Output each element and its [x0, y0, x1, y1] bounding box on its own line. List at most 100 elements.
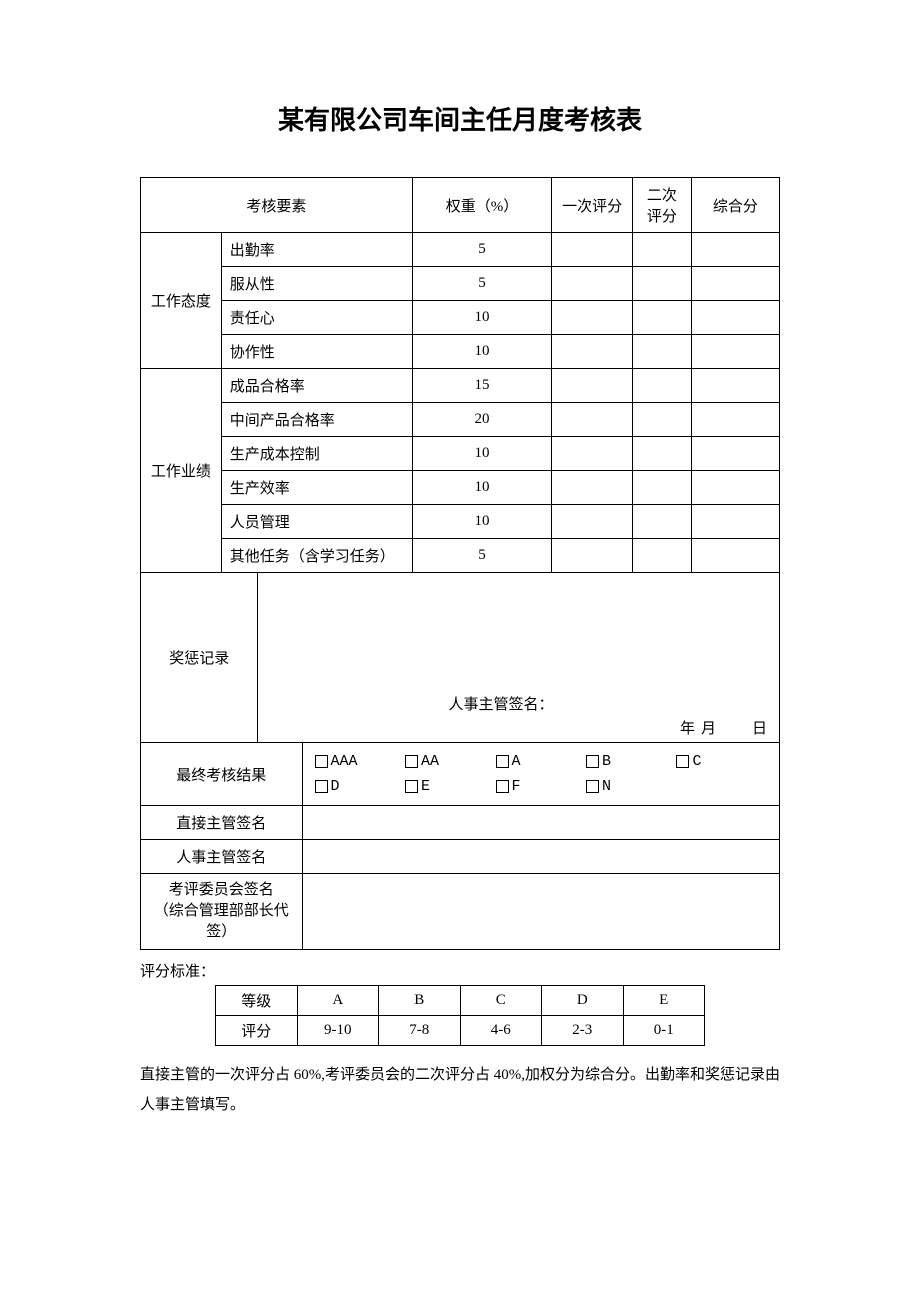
- score2-cell[interactable]: [633, 437, 692, 471]
- criteria-table: 等级ABCDE 评分9-107-84-62-30-1: [215, 985, 705, 1046]
- record-label: 奖惩记录: [141, 573, 258, 743]
- total-cell[interactable]: [691, 539, 779, 573]
- hr-supervisor-sign[interactable]: [302, 840, 779, 874]
- item-label: 服从性: [221, 267, 412, 301]
- header-factor: 考核要素: [141, 178, 413, 233]
- item-label: 责任心: [221, 301, 412, 335]
- score1-cell[interactable]: [552, 301, 633, 335]
- score1-cell[interactable]: [552, 471, 633, 505]
- checkbox-option[interactable]: C: [676, 749, 766, 774]
- criteria-value: 9-10: [297, 1016, 379, 1046]
- criteria-value: 4-6: [460, 1016, 542, 1046]
- hr-supervisor-label: 人事主管签名: [141, 840, 303, 874]
- total-cell[interactable]: [691, 471, 779, 505]
- criteria-row-label: 评分: [216, 1016, 298, 1046]
- score2-cell[interactable]: [633, 471, 692, 505]
- total-cell[interactable]: [691, 437, 779, 471]
- score1-cell[interactable]: [552, 437, 633, 471]
- item-label: 中间产品合格率: [221, 403, 412, 437]
- item-weight: 10: [412, 505, 552, 539]
- criteria-header: C: [460, 986, 542, 1016]
- checkbox-icon: [586, 780, 599, 793]
- header-total: 综合分: [691, 178, 779, 233]
- score1-cell[interactable]: [552, 505, 633, 539]
- item-label: 人员管理: [221, 505, 412, 539]
- checkbox-option[interactable]: N: [586, 774, 676, 799]
- item-label: 成品合格率: [221, 369, 412, 403]
- group-label: 工作业绩: [141, 369, 222, 573]
- checkbox-icon: [315, 780, 328, 793]
- total-cell[interactable]: [691, 267, 779, 301]
- direct-supervisor-label: 直接主管签名: [141, 806, 303, 840]
- item-weight: 10: [412, 437, 552, 471]
- group-label: 工作态度: [141, 233, 222, 369]
- checkbox-icon: [496, 780, 509, 793]
- item-weight: 5: [412, 267, 552, 301]
- checkbox-icon: [405, 780, 418, 793]
- item-weight: 20: [412, 403, 552, 437]
- committee-label: 考评委员会签名 （综合管理部部长代签）: [141, 874, 303, 950]
- checkbox-icon: [676, 755, 689, 768]
- final-result-options[interactable]: AAAAAABCDEFN: [302, 743, 779, 806]
- criteria-value: 0-1: [623, 1016, 705, 1046]
- score2-cell[interactable]: [633, 403, 692, 437]
- total-cell[interactable]: [691, 403, 779, 437]
- header-weight: 权重（%）: [412, 178, 552, 233]
- footer-note: 直接主管的一次评分占 60%,考评委员会的二次评分占 40%,加权分为综合分。出…: [140, 1060, 780, 1120]
- date-line: 年月日: [644, 717, 767, 738]
- checkbox-icon: [586, 755, 599, 768]
- criteria-value: 2-3: [542, 1016, 624, 1046]
- score2-cell[interactable]: [633, 505, 692, 539]
- checkbox-option[interactable]: AAA: [315, 749, 405, 774]
- total-cell[interactable]: [691, 335, 779, 369]
- record-cell[interactable]: 人事主管签名： 年月日: [258, 573, 780, 743]
- criteria-header: D: [542, 986, 624, 1016]
- score2-cell[interactable]: [633, 335, 692, 369]
- checkbox-icon: [496, 755, 509, 768]
- score2-cell[interactable]: [633, 369, 692, 403]
- item-weight: 5: [412, 233, 552, 267]
- total-cell[interactable]: [691, 369, 779, 403]
- checkbox-option[interactable]: F: [496, 774, 586, 799]
- checkbox-option[interactable]: E: [405, 774, 495, 799]
- score1-cell[interactable]: [552, 267, 633, 301]
- criteria-header: E: [623, 986, 705, 1016]
- committee-sign[interactable]: [302, 874, 779, 950]
- checkbox-option[interactable]: B: [586, 749, 676, 774]
- checkbox-option[interactable]: A: [496, 749, 586, 774]
- score1-cell[interactable]: [552, 539, 633, 573]
- criteria-value: 7-8: [379, 1016, 461, 1046]
- score1-cell[interactable]: [552, 233, 633, 267]
- item-label: 出勤率: [221, 233, 412, 267]
- item-label: 生产成本控制: [221, 437, 412, 471]
- criteria-header: A: [297, 986, 379, 1016]
- score1-cell[interactable]: [552, 403, 633, 437]
- page-title: 某有限公司车间主任月度考核表: [140, 100, 780, 137]
- item-label: 协作性: [221, 335, 412, 369]
- header-score2: 二次评分: [633, 178, 692, 233]
- score2-cell[interactable]: [633, 267, 692, 301]
- total-cell[interactable]: [691, 233, 779, 267]
- total-cell[interactable]: [691, 301, 779, 335]
- item-weight: 10: [412, 335, 552, 369]
- assessment-table: 考核要素 权重（%） 一次评分 二次评分 综合分 工作态度 出勤率 5 服从性 …: [140, 177, 780, 950]
- score2-cell[interactable]: [633, 233, 692, 267]
- score2-cell[interactable]: [633, 301, 692, 335]
- item-weight: 10: [412, 471, 552, 505]
- item-label: 其他任务（含学习任务）: [221, 539, 412, 573]
- score2-cell[interactable]: [633, 539, 692, 573]
- checkbox-option[interactable]: D: [315, 774, 405, 799]
- checkbox-icon: [405, 755, 418, 768]
- criteria-header: 等级: [216, 986, 298, 1016]
- direct-supervisor-sign[interactable]: [302, 806, 779, 840]
- score1-cell[interactable]: [552, 335, 633, 369]
- item-weight: 15: [412, 369, 552, 403]
- score1-cell[interactable]: [552, 369, 633, 403]
- criteria-label: 评分标准：: [140, 960, 780, 981]
- criteria-header: B: [379, 986, 461, 1016]
- total-cell[interactable]: [691, 505, 779, 539]
- header-score1: 一次评分: [552, 178, 633, 233]
- checkbox-icon: [315, 755, 328, 768]
- item-weight: 10: [412, 301, 552, 335]
- checkbox-option[interactable]: AA: [405, 749, 495, 774]
